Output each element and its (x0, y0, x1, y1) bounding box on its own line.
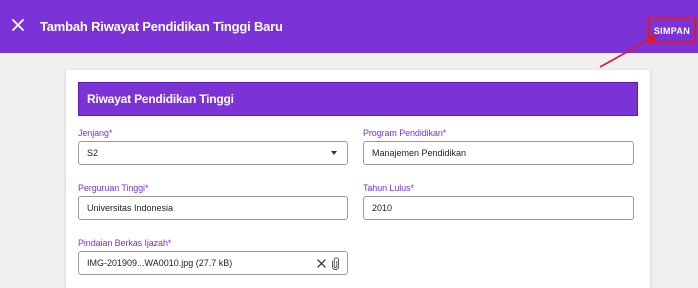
program-value: Manajemen Pendidikan (372, 148, 467, 158)
tahun-label: Tahun Lulus* (363, 183, 414, 193)
perguruan-input[interactable]: Universitas Indonesia (78, 196, 348, 220)
page-title: Tambah Riwayat Pendidikan Tinggi Baru (40, 19, 283, 34)
close-icon (12, 18, 24, 36)
perguruan-label: Perguruan Tinggi* (78, 183, 149, 193)
perguruan-field: Perguruan Tinggi* Universitas Indonesia (78, 183, 348, 220)
jenjang-field: Jenjang* S2 (78, 128, 348, 165)
perguruan-value: Universitas Indonesia (87, 203, 174, 213)
tahun-input[interactable]: 2010 (363, 196, 634, 220)
save-button[interactable]: SIMPAN (652, 24, 692, 38)
program-label: Program Pendidikan* (363, 128, 447, 138)
clear-icon[interactable] (317, 258, 326, 268)
tahun-field: Tahun Lulus* 2010 (363, 183, 634, 220)
card-header: Riwayat Pendidikan Tinggi (78, 82, 638, 116)
jenjang-value: S2 (87, 148, 99, 158)
chevron-down-icon (331, 151, 337, 155)
jenjang-label: Jenjang* (78, 128, 113, 138)
paperclip-icon[interactable] (332, 256, 339, 270)
jenjang-select[interactable]: S2 (78, 141, 348, 165)
program-field: Program Pendidikan* Manajemen Pendidikan (363, 128, 634, 165)
program-input[interactable]: Manajemen Pendidikan (363, 141, 634, 165)
card-title: Riwayat Pendidikan Tinggi (87, 92, 234, 106)
close-button[interactable] (0, 0, 36, 53)
berkas-file-input[interactable]: IMG-201909...WA0010.jpg (27.7 kB) (78, 251, 348, 275)
education-card: Riwayat Pendidikan Tinggi Jenjang* S2 Pr… (66, 70, 650, 288)
save-highlight-box: SIMPAN (647, 17, 696, 43)
berkas-label: Pindaian Berkas Ijazah* (78, 238, 172, 248)
tahun-value: 2010 (372, 203, 393, 213)
berkas-field: Pindaian Berkas Ijazah* IMG-201909...WA0… (78, 238, 348, 275)
berkas-file-name: IMG-201909...WA0010.jpg (27.7 kB) (87, 258, 233, 268)
app-bar: Tambah Riwayat Pendidikan Tinggi Baru SI… (0, 0, 698, 53)
